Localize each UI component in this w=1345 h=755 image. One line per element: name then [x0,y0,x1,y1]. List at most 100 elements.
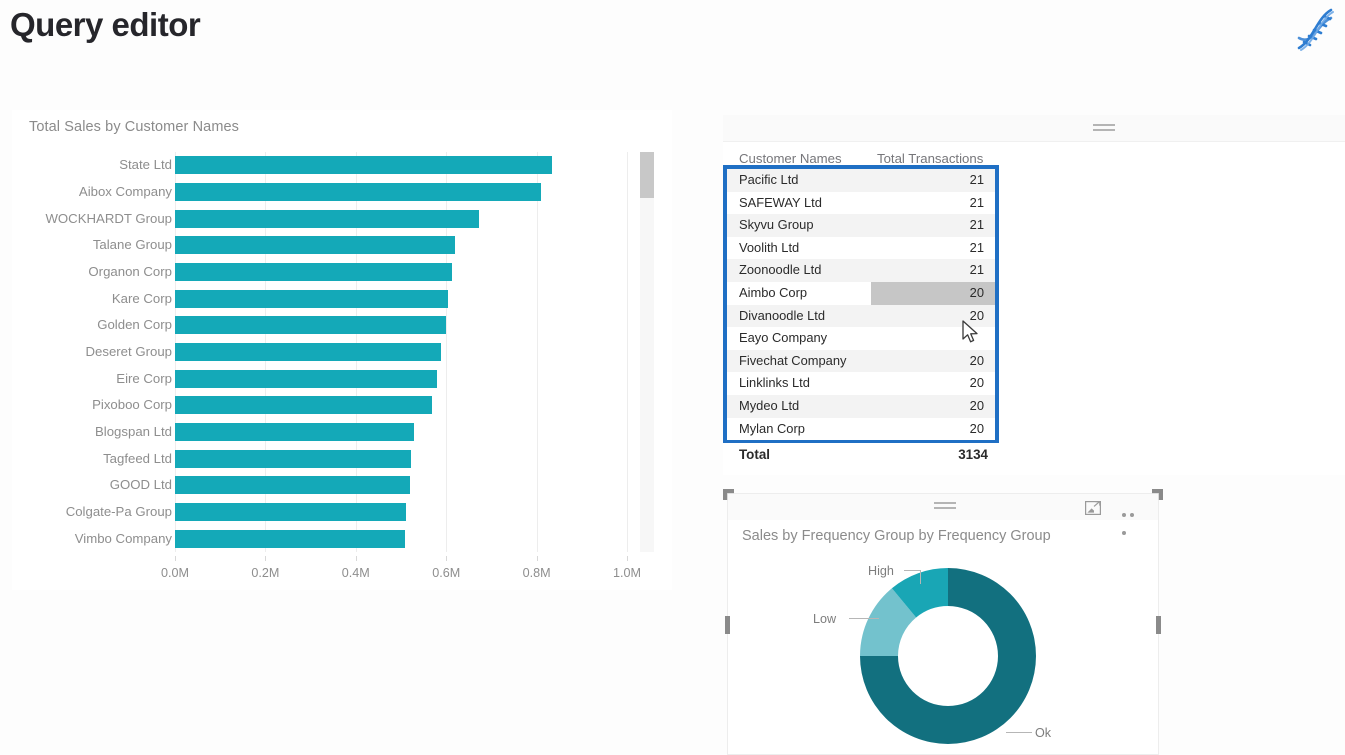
leader-line-ok [1006,732,1032,733]
app-canvas: Query editor Total Sales by Customer Nam… [0,0,1345,755]
column-header-total-transactions[interactable]: Total Transactions [877,151,983,166]
bar[interactable] [175,396,432,415]
bar-category-label[interactable]: Eire Corp [22,371,172,384]
table-row[interactable]: Mylan Corp 20 [727,417,995,441]
bar-category-label[interactable]: Golden Corp [22,318,172,331]
bar-chart-plot: State Ltd Aibox Company WOCKHARDT Group Tal… [12,152,672,592]
donut-drag-bar[interactable] [728,494,1158,535]
gridline [536,152,538,552]
donut-label-high: High [868,564,894,578]
bar[interactable] [175,316,447,335]
bar-category-label[interactable]: Organon Corp [22,265,172,278]
bar[interactable] [175,209,480,228]
bar[interactable] [175,183,542,201]
axis-tick [536,556,538,561]
table-row[interactable]: Skyvu Group 21 [727,214,995,237]
donut-chart-visual[interactable]: Sales by Frequency Group by Frequency Gr… [723,489,1163,755]
bar[interactable] [175,449,411,468]
bar-category-label[interactable]: Vimbo Company [22,531,172,544]
bar-category-label[interactable]: Deseret Group [22,345,173,358]
bar[interactable] [175,343,441,361]
table-row[interactable]: Divanoodle Ltd 20 [727,304,995,328]
table-row[interactable]: Mydeo Ltd 20 [727,394,995,418]
table-visual[interactable]: Customer Names Total Transactions Pacifi… [723,115,1345,475]
table-cell-total-transactions: 21 [969,194,984,210]
table-rows-container[interactable]: Pacific Ltd 21 SAFEWAY Ltd 21 Skyvu Group 21 V… [723,165,999,443]
table-cell-total-transactions: 20 [969,375,984,391]
bar-chart-visual[interactable]: Total Sales by Customer Names State Ltd A… [12,110,672,590]
table-row[interactable]: Fivechat Company 20 [727,349,995,373]
more-options-icon[interactable] [1122,504,1144,535]
table-cell-total-transactions: 21 [969,172,984,187]
table-cell-total-transactions: 21 [969,262,984,278]
axis-tick-label: 0.6M [432,566,461,580]
bar-chart-scrollbar[interactable] [640,152,654,552]
page-title: Query editor [10,6,201,43]
axis-tick [265,556,267,561]
bar-category-label[interactable]: Blogspan Ltd [22,425,172,438]
table-row[interactable]: Aimbo Corp 20 [727,281,995,305]
bar-chart-scrollbar-thumb[interactable] [640,152,654,198]
table-cell-total-transactions: 20 [969,420,984,436]
bar[interactable] [175,476,411,495]
bar-chart-category-axis: State Ltd Aibox Company WOCKHARDT Group Tal… [20,152,172,552]
axis-tick-label: 1.0M [613,566,641,580]
table-row[interactable]: Zoonoodle Ltd 21 [727,259,995,282]
axis-tick-label: 0.0M [161,566,189,580]
bar[interactable] [175,156,553,175]
table-cell-total-transactions: 20 [969,284,984,300]
drag-handle-icon[interactable] [1093,124,1115,133]
bar[interactable] [175,263,453,281]
bar-chart-value-axis: 0.0M 0.2M 0.4M 0.6M 0.8M 1.0M [161,556,641,586]
selection-handle-right[interactable] [1156,616,1161,634]
column-header-customer-names[interactable]: Customer Names [739,151,842,166]
bar[interactable] [175,503,407,521]
axis-tick-label: 0.2M [251,566,280,580]
donut-label-ok: Ok [1035,726,1052,740]
table-row[interactable]: Voolith Ltd 21 [727,236,995,260]
drag-handle-icon[interactable] [934,502,956,511]
table-row[interactable]: Eayo Company [727,327,995,350]
bar[interactable] [175,236,456,255]
table-row[interactable]: SAFEWAY Ltd 21 [727,191,995,215]
total-label: Total [739,447,770,462]
bar-category-label[interactable]: Aibox Company [22,185,172,198]
table-cell-total-transactions: 20 [969,352,984,368]
table-drag-bar[interactable] [723,115,1345,142]
leader-line-high [904,570,921,571]
bar-category-label[interactable]: Pixoboo Corp [22,398,172,411]
bar-category-label[interactable]: GOOD Ltd [22,478,172,491]
table-cell-customer-name: SAFEWAY Ltd [739,194,822,210]
bar[interactable] [175,369,438,388]
table-cell-customer-name: Voolith Ltd [739,239,800,255]
total-value: 3134 [958,447,988,462]
table-cell-customer-name: Skyvu Group [739,217,814,233]
selection-handle-left[interactable] [725,616,730,634]
table-cell-customer-name: Aimbo Corp [739,284,808,300]
bar-chart-plot-area [175,152,628,552]
table-cell-customer-name: Eayo Company [739,330,828,346]
donut-chart-title: Sales by Frequency Group by Frequency Gr… [742,528,1051,544]
donut-label-low: Low [813,612,837,626]
bar-category-label[interactable]: Tagfeed Ltd [22,451,172,464]
table-cell-customer-name: Pacific Ltd [739,172,799,187]
bar-category-label[interactable]: Talane Group [22,238,172,251]
focus-mode-icon[interactable] [1085,501,1101,515]
table-cell-customer-name: Divanoodle Ltd [739,307,825,323]
gridline [627,152,628,552]
bar-category-label[interactable]: State Ltd [22,158,172,171]
bar[interactable] [175,423,414,441]
bar[interactable] [175,529,405,548]
bar-category-label[interactable]: Kare Corp [22,291,172,304]
bar[interactable] [175,289,449,308]
table-row[interactable]: Pacific Ltd 21 [727,169,995,192]
table-row[interactable]: Linklinks Ltd 20 [727,372,995,395]
bar-category-label[interactable]: WOCKHARDT Group [22,211,172,224]
axis-tick [355,556,357,561]
leader-line-low [849,618,879,619]
bar-category-label[interactable]: Colgate-Pa Group [22,505,172,518]
table-cell-customer-name: Mylan Corp [739,420,805,436]
table-cell-total-transactions: 20 [969,397,984,413]
table-cell-total-transactions: 21 [969,239,984,255]
table-cell-customer-name: Mydeo Ltd [739,397,800,413]
